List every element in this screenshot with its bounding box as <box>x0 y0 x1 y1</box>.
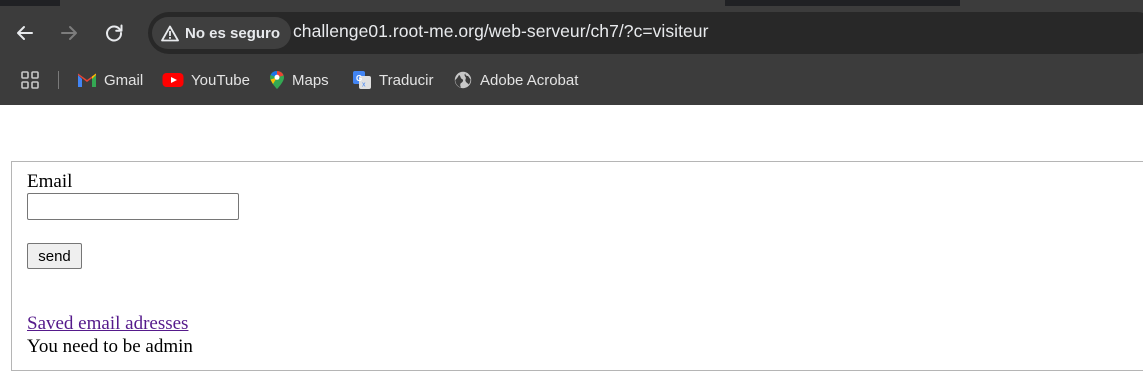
bookmark-youtube[interactable]: YouTube <box>162 69 250 91</box>
bookmark-maps[interactable]: Maps <box>269 69 329 91</box>
apps-grid-icon[interactable] <box>21 71 39 94</box>
bookmark-label: Maps <box>292 71 329 89</box>
forward-button[interactable] <box>56 20 82 46</box>
active-tab-edge[interactable] <box>60 0 725 6</box>
bookmark-label: Gmail <box>104 71 144 89</box>
globe-icon <box>454 71 472 89</box>
back-arrow-icon <box>17 26 33 40</box>
send-button[interactable]: send <box>27 243 82 269</box>
forward-arrow-icon <box>61 26 77 40</box>
email-label: Email <box>27 171 73 192</box>
bookmark-adobe-acrobat[interactable]: Adobe Acrobat <box>453 69 578 91</box>
svg-text:x: x <box>362 82 366 89</box>
youtube-icon <box>162 73 184 87</box>
bookmark-gmail[interactable]: Gmail <box>77 69 143 91</box>
maps-icon <box>270 71 284 89</box>
warning-icon <box>161 25 179 41</box>
saved-emails-link[interactable]: Saved email adresses <box>27 313 188 335</box>
bookmarks-separator <box>58 71 59 89</box>
reload-button[interactable] <box>101 20 127 46</box>
admin-required-message: You need to be admin <box>27 336 193 357</box>
security-indicator[interactable]: No es seguro <box>152 17 292 49</box>
bookmark-traducir[interactable]: G x Traducir <box>352 69 433 91</box>
tab-strip <box>0 0 1143 6</box>
tab-edge[interactable] <box>960 0 1143 6</box>
bookmark-label: Traducir <box>379 71 434 89</box>
email-input[interactable] <box>27 193 239 220</box>
gmail-icon <box>78 73 96 87</box>
url-text[interactable]: challenge01.root-me.org/web-serveur/ch7/… <box>293 21 708 42</box>
bookmark-label: Adobe Acrobat <box>480 71 579 89</box>
bookmark-label: YouTube <box>191 71 250 89</box>
back-button[interactable] <box>12 20 38 46</box>
translate-icon: G x <box>353 71 371 89</box>
security-label: No es seguro <box>185 24 281 42</box>
reload-icon <box>106 24 123 42</box>
